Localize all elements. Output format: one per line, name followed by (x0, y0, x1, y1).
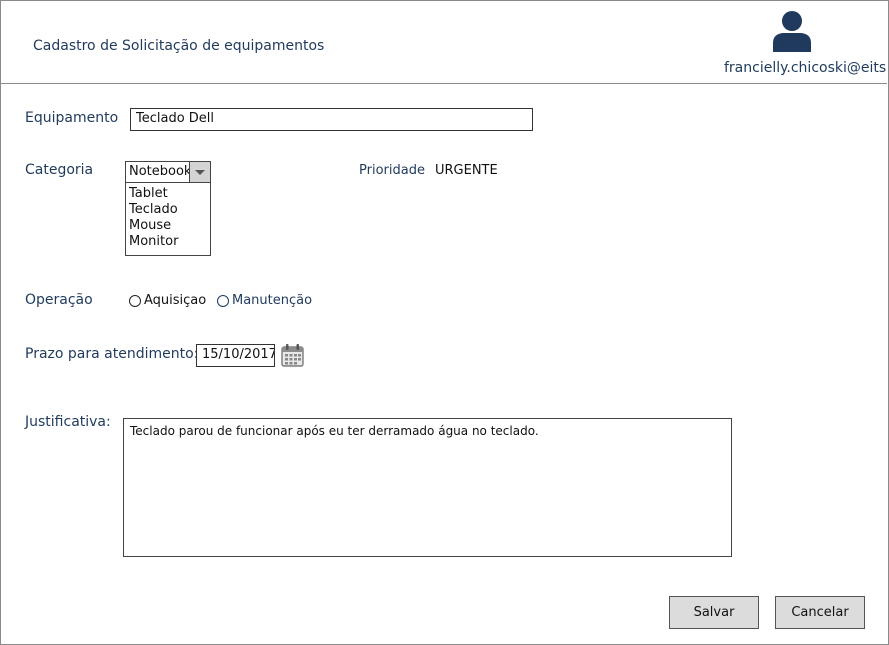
justificativa-label: Justificativa: (25, 414, 111, 430)
save-button[interactable]: Salvar (669, 596, 759, 629)
radio-circle-aquisicao[interactable] (129, 294, 141, 307)
categoria-option-teclado[interactable]: Teclado (126, 202, 210, 218)
categoria-selected-value: Notebook (129, 164, 192, 179)
categoria-label: Categoria (25, 162, 94, 178)
radio-label-manutencao: Manutenção (232, 293, 313, 308)
categoria-select[interactable]: Notebook (125, 161, 211, 183)
cancel-button[interactable]: Cancelar (775, 596, 865, 629)
radio-manutencao[interactable]: Manutenção (217, 293, 312, 308)
user-avatar-icon[interactable] (771, 10, 813, 52)
justificativa-textarea[interactable]: Teclado parou de funcionar após eu ter d… (123, 418, 732, 557)
prioridade-label: Prioridade (359, 163, 425, 178)
operacao-label: Operação (25, 292, 93, 308)
calendar-icon[interactable] (281, 343, 304, 367)
equipamento-input[interactable]: Teclado Dell (130, 108, 533, 131)
categoria-option-mouse[interactable]: Mouse (126, 218, 210, 234)
header: Cadastro de Solicitação de equipamentos … (0, 0, 887, 84)
categoria-option-monitor[interactable]: Monitor (126, 234, 210, 250)
page-title: Cadastro de Solicitação de equipamentos (33, 38, 325, 54)
categoria-option-list: Tablet Teclado Mouse Monitor (125, 183, 211, 256)
chevron-down-icon[interactable] (189, 162, 210, 182)
prioridade-value: URGENTE (435, 163, 498, 178)
radio-label-aquisicao: Aquisiçao (144, 293, 207, 308)
radio-circle-manutencao[interactable] (217, 294, 229, 307)
categoria-option-tablet[interactable]: Tablet (126, 186, 210, 202)
user-name[interactable]: francielly.chicoski@eits.... (724, 60, 886, 76)
prazo-date-input[interactable]: 15/10/2017 (196, 344, 275, 367)
radio-aquisicao[interactable]: Aquisiçao (129, 293, 206, 308)
prazo-label: Prazo para atendimento: (25, 346, 199, 362)
equipamento-label: Equipamento (25, 110, 119, 126)
